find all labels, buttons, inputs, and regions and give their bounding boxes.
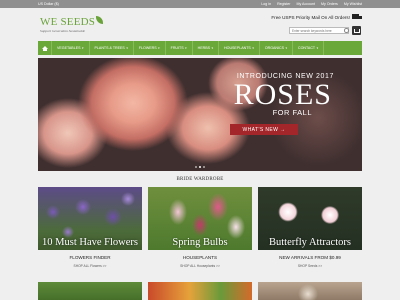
promo-tile-butterfly[interactable]: Butterfly Attractors [258,187,362,250]
promo-tile[interactable] [38,282,142,300]
nav-item-fruits[interactable]: FRUITS ▾ [166,41,193,55]
chevron-down-icon: ▾ [158,46,160,50]
promo-tile[interactable] [258,282,362,300]
login-link[interactable]: Log in [261,2,271,6]
chevron-down-icon: ▾ [252,46,254,50]
nav-item-houseplants[interactable]: HOUSEPLANTS ▾ [219,41,260,55]
nav-item-contact[interactable]: CONTACT ▾ [293,41,325,55]
chevron-down-icon: ▾ [285,46,288,50]
chevron-down-icon: ▾ [316,46,319,50]
nav-item-organics[interactable]: ORGANICS ▾ [260,41,294,55]
account-links: Log in Register My Account My Orders My … [261,2,362,6]
leaf-icon [96,16,104,24]
nav-item-herbs[interactable]: HERBS ▾ [193,41,220,55]
promo-tile-flowers[interactable]: 10 Must Have Flowers [38,187,142,250]
nav-label: FRUITS [170,46,184,50]
nav-label: PLANTS & TREES [94,46,125,50]
hero-title: ROSES [233,78,332,111]
my-orders-link[interactable]: My Orders [321,2,338,6]
section-title: BRIDE WARDROBE [176,177,224,182]
hero-subtitle: FOR FALL [272,108,312,117]
nav-label: CONTACT [298,46,316,50]
promo-text: Free USPS Priority Mail On All Orders! [271,14,350,20]
tile-label-houseplants[interactable]: HOUSEPLANTS [148,255,252,260]
chevron-down-icon: ▾ [82,46,84,50]
hero-banner[interactable]: INTRODUCING NEW 2017 ROSES FOR FALL WHAT… [38,58,362,171]
slider-dots [195,166,205,168]
slider-dot-active[interactable] [199,166,201,168]
tile-shop-link[interactable]: SHOP Seeds >> [258,264,362,268]
main-nav: VEGETABLES ▾ PLANTS & TREES ▾ FLOWERS ▾ FRU… [38,41,362,55]
promo-tile-spring-bulbs[interactable]: Spring Bulbs [148,187,252,250]
search-input[interactable] [289,27,349,34]
tile-caption: Butterfly Attractors [269,237,351,248]
currency-selector[interactable]: US Dollar ($) [38,2,59,6]
truck-icon [352,14,362,20]
my-account-link[interactable]: My Account [296,2,315,6]
tile-shop-link[interactable]: SHOP ALL Houseplants >> [148,264,252,268]
nav-label: FLOWERS [138,46,157,50]
nav-label: HERBS [197,46,211,50]
my-wishlist-link[interactable]: My Wishlist [344,2,362,6]
whats-new-button[interactable]: WHAT'S NEW → [230,124,298,135]
nav-label: VEGETABLES [57,46,81,50]
nav-label: HOUSEPLANTS [224,46,251,50]
search-icon[interactable] [344,27,349,34]
tile-label-flowers-finder[interactable]: FLOWERS FINDER [38,255,142,260]
nav-item-vegetables[interactable]: VEGETABLES ▾ [52,41,90,55]
tile-shop-link[interactable]: SHOP ALL Flowers >> [38,264,142,268]
chevron-down-icon: ▾ [126,46,128,50]
nav-item-flowers[interactable]: FLOWERS ▾ [134,41,166,55]
shipping-promo: Free USPS Priority Mail On All Orders! [271,14,362,20]
slider-dot[interactable] [203,166,205,168]
logo-tagline: Support Generation Sustainable [40,29,86,33]
nav-label: ORGANICS [264,46,284,50]
register-link[interactable]: Register [277,2,290,6]
home-icon[interactable] [38,41,52,55]
tile-label-new-arrivals[interactable]: NEW ARRIVALS FROM $0.99 [258,255,362,260]
site-logo[interactable]: WE SEEDS Support Generation Sustainable [40,16,104,33]
chevron-down-icon: ▾ [185,46,187,50]
cart-icon[interactable] [352,26,361,35]
site-header: WE SEEDS Support Generation Sustainable … [38,9,362,41]
tile-caption: 10 Must Have Flowers [42,237,138,248]
slider-dot[interactable] [195,166,197,168]
top-utility-bar: US Dollar ($) Log in Register My Account… [0,0,400,8]
nav-item-plants-trees[interactable]: PLANTS & TREES ▾ [90,41,134,55]
chevron-down-icon: ▾ [211,46,214,50]
logo-name: WE SEEDS [40,16,96,28]
promo-tile[interactable] [148,282,252,300]
tile-caption: Spring Bulbs [172,237,228,248]
